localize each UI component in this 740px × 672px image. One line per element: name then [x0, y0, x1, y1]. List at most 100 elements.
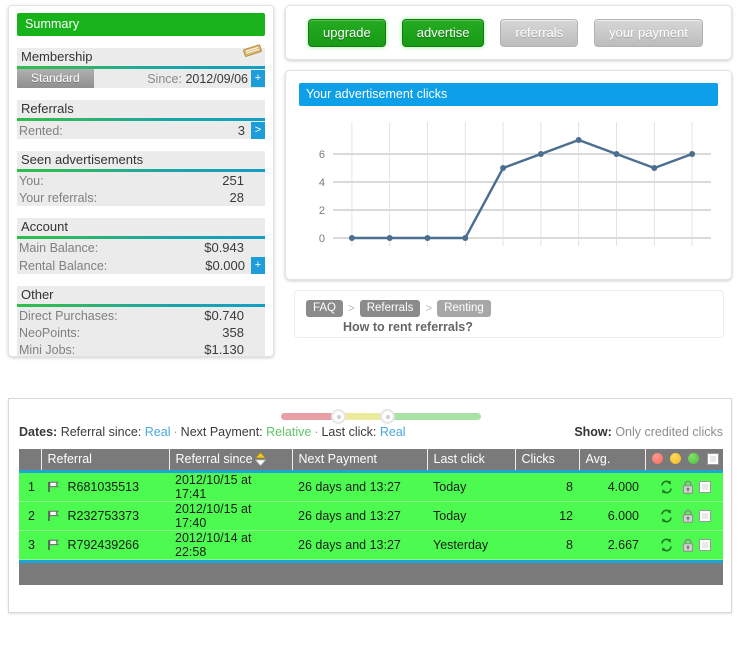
action-button-bar: upgrade advertise referrals your payment — [285, 5, 732, 60]
row-avg: 4.000 — [579, 471, 645, 502]
slider-handle-dot — [336, 414, 341, 419]
membership-since: Since: 2012/09/06 — [147, 72, 248, 86]
header-clicks[interactable]: Clicks — [515, 449, 580, 471]
section-heading-account: Account — [17, 218, 265, 236]
lock-icon[interactable] — [682, 480, 694, 494]
svg-text:6: 6 — [319, 149, 325, 161]
advertise-button[interactable]: advertise — [401, 18, 485, 47]
header-referral[interactable]: Referral — [41, 449, 170, 471]
yellow-circle-icon[interactable] — [669, 453, 681, 465]
header-last-click[interactable]: Last click — [427, 449, 516, 471]
row-referral-since: 2012/10/14 at 22:58 — [169, 530, 292, 560]
faq-question: How to rent referrals? — [343, 320, 473, 334]
section-account: Account Main Balance: $0.943 Rental Bala… — [17, 218, 265, 274]
row-actions — [645, 501, 723, 531]
row-actions — [645, 471, 723, 502]
header-referral-since-label: Referral since — [175, 452, 253, 467]
flag-icon[interactable] — [47, 510, 60, 522]
breadcrumb-item-referrals[interactable]: Referrals — [359, 300, 421, 317]
section-heading-membership: Membership — [17, 48, 265, 66]
date-range-slider[interactable] — [281, 409, 481, 424]
chart-title: Your advertisement clicks — [299, 83, 718, 106]
next-payment-filter-label: Next Payment: — [180, 425, 263, 439]
header-next-payment[interactable]: Next Payment — [292, 449, 428, 471]
row-index: 2 — [19, 501, 41, 531]
svg-text:2: 2 — [319, 205, 325, 217]
seen-you-row: You: 251 — [17, 172, 265, 189]
upgrade-button[interactable]: upgrade — [308, 18, 386, 47]
advertisement-clicks-card: Your advertisement clicks 0 2 4 6 — [285, 70, 732, 280]
section-heading-referrals: Referrals — [17, 100, 265, 118]
slider-handle-left[interactable] — [331, 409, 346, 424]
neopoints-label: NeoPoints: — [19, 326, 81, 340]
next-payment-filter-value[interactable]: Relative — [266, 425, 311, 439]
table-row[interactable]: 2 R232753373 2012/10/15 at 17:40 26 days… — [19, 501, 723, 531]
direct-purchases-row: Direct Purchases: $0.740 — [17, 307, 265, 324]
header-index — [19, 449, 42, 471]
renew-icon[interactable] — [659, 538, 674, 552]
your-payment-button[interactable]: your payment — [594, 18, 703, 47]
main-balance-row: Main Balance: $0.943 — [17, 239, 265, 256]
main-balance-label: Main Balance: — [19, 241, 99, 255]
breadcrumb-item-faq[interactable]: FAQ — [306, 300, 344, 317]
rental-balance-row: Rental Balance: $0.000 + — [17, 256, 265, 274]
seen-you-value: 251 — [222, 173, 244, 188]
row-checkbox[interactable] — [698, 480, 711, 493]
direct-purchases-value: $0.740 — [204, 308, 244, 323]
neopoints-value: 358 — [222, 325, 244, 340]
row-checkbox[interactable] — [698, 538, 711, 551]
ticket-icon — [243, 44, 262, 57]
faq-card: FAQ > Referrals > Renting How to rent re… — [294, 290, 724, 338]
table-row[interactable]: 1 R681035513 2012/10/15 at 17:41 26 days… — [19, 471, 723, 502]
flag-icon[interactable] — [47, 481, 60, 493]
table-row[interactable]: 3 R792439266 2012/10/14 at 22:58 26 days… — [19, 530, 723, 560]
row-index: 1 — [19, 471, 41, 502]
chart-plot-area: 0 2 4 6 — [299, 116, 719, 266]
row-index: 3 — [19, 530, 41, 560]
referrals-table-panel: Dates: Referral since: Real · Next Payme… — [8, 398, 732, 613]
show-label: Show: — [574, 425, 612, 439]
referrals-rented-row: Rented: 3 > — [17, 121, 265, 139]
breadcrumb: FAQ > Referrals > Renting — [295, 291, 723, 317]
referral-since-filter-value[interactable]: Real — [145, 425, 171, 439]
row-referral-since: 2012/10/15 at 17:40 — [169, 501, 292, 531]
red-circle-icon[interactable] — [651, 453, 663, 465]
referrals-arrow-button[interactable]: > — [251, 122, 265, 139]
show-filter: Show: Only credited clicks — [574, 425, 723, 439]
breadcrumb-separator: > — [425, 302, 433, 315]
lock-icon[interactable] — [682, 509, 694, 523]
breadcrumb-item-renting[interactable]: Renting — [437, 300, 491, 317]
renew-icon[interactable] — [659, 480, 674, 494]
flag-icon[interactable] — [47, 539, 60, 551]
select-all-checkbox[interactable] — [706, 453, 719, 466]
seen-referrals-value: 28 — [229, 190, 244, 205]
slider-handle-dot — [385, 414, 390, 419]
seen-you-label: You: — [19, 174, 44, 188]
slider-handle-right[interactable] — [380, 409, 395, 424]
row-avg: 6.000 — [579, 501, 645, 531]
account-plus-button[interactable]: + — [251, 257, 265, 274]
header-referral-since[interactable]: Referral since — [169, 449, 293, 471]
section-referrals: Referrals Rented: 3 > — [17, 100, 265, 139]
date-range-slider-wrap — [9, 399, 731, 425]
row-checkbox[interactable] — [698, 509, 711, 522]
membership-since-value: 2012/09/06 — [185, 71, 248, 86]
row-referral: R792439266 — [41, 530, 169, 560]
header-avg[interactable]: Avg. — [579, 449, 646, 471]
rental-balance-value: $0.000 — [205, 257, 245, 273]
renew-icon[interactable] — [659, 509, 674, 523]
referrals-button[interactable]: referrals — [500, 18, 579, 47]
section-membership: Membership Standard Since: 2012/09/06 + — [17, 48, 265, 88]
filters-row: Dates: Referral since: Real · Next Payme… — [9, 425, 731, 445]
membership-plus-button[interactable]: + — [251, 70, 265, 87]
show-value[interactable]: Only credited clicks — [615, 425, 723, 439]
neopoints-row: NeoPoints: 358 — [17, 324, 265, 341]
header-actions — [645, 449, 723, 471]
summary-title: Summary — [17, 13, 265, 36]
membership-row: Standard Since: 2012/09/06 + — [17, 69, 265, 88]
lock-icon[interactable] — [682, 538, 694, 552]
last-click-filter-value[interactable]: Real — [380, 425, 406, 439]
breadcrumb-separator: > — [348, 302, 355, 315]
seen-referrals-row: Your referrals: 28 — [17, 189, 265, 206]
green-circle-icon[interactable] — [688, 453, 700, 465]
